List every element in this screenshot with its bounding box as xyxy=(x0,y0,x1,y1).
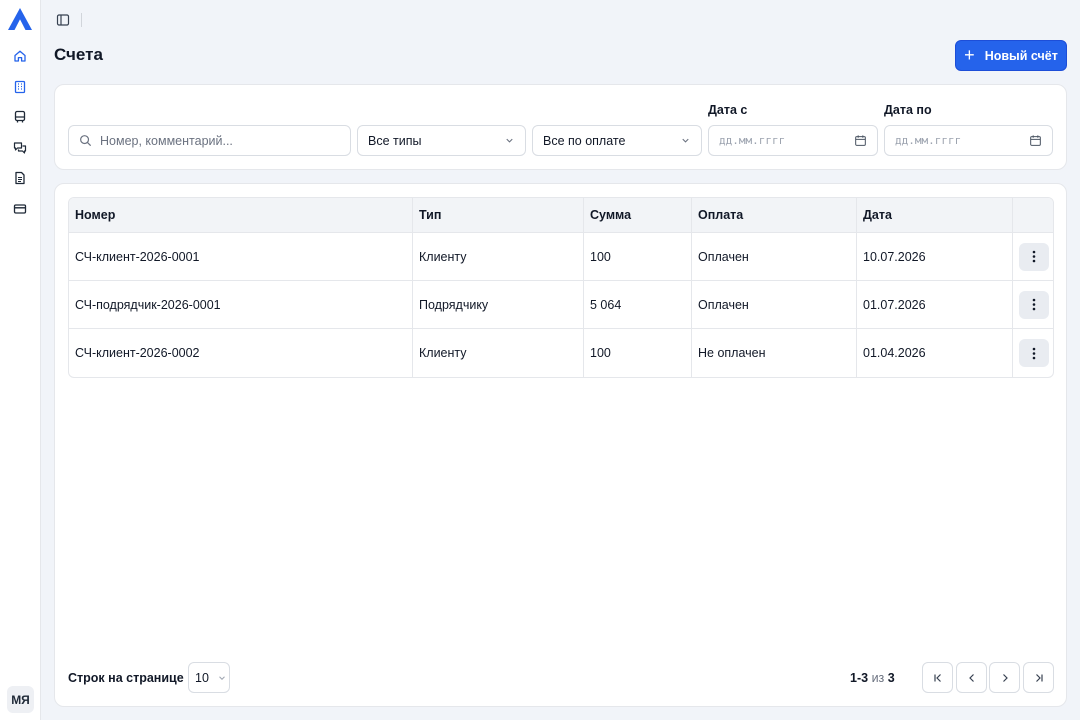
cell-type: Клиенту xyxy=(413,329,584,377)
sidebar-item-home[interactable] xyxy=(9,45,31,67)
column-header-payment[interactable]: Оплата xyxy=(692,198,857,232)
logo-a-icon[interactable] xyxy=(6,6,34,32)
cell-amount: 5 064 xyxy=(584,281,692,328)
cell-number: СЧ-подрядчик-2026-0001 xyxy=(69,281,413,328)
column-header-amount[interactable]: Сумма xyxy=(584,198,692,232)
sidebar-toggle-button[interactable] xyxy=(54,11,72,29)
more-vertical-icon xyxy=(1032,298,1036,311)
cell-number: СЧ-клиент-2026-0001 xyxy=(69,233,413,280)
cell-payment: Не оплачен xyxy=(692,329,857,377)
column-header-type[interactable]: Тип xyxy=(413,198,584,232)
table-row[interactable]: СЧ-клиент-2026-0001 Клиенту 100 Оплачен … xyxy=(69,233,1053,281)
cell-type: Подрядчику xyxy=(413,281,584,328)
date-from-label: Дата с xyxy=(708,103,748,117)
column-header-number[interactable]: Номер xyxy=(69,198,413,232)
calendar-icon[interactable] xyxy=(1029,134,1042,147)
bus-icon xyxy=(14,110,26,123)
invoices-panel: Номер Тип Сумма Оплата Дата СЧ-клиент-20… xyxy=(54,183,1067,707)
payment-select-value: Все по оплате xyxy=(543,133,626,148)
search-icon xyxy=(80,135,91,146)
date-to-input[interactable]: дд.мм.гггг xyxy=(884,125,1053,156)
date-from-input[interactable]: дд.мм.гггг xyxy=(708,125,878,156)
previous-page-button[interactable] xyxy=(956,662,987,693)
cell-payment: Оплачен xyxy=(692,233,857,280)
sidebar-item-buildings[interactable] xyxy=(9,76,31,98)
cell-actions xyxy=(1013,233,1053,280)
chevron-right-icon xyxy=(1002,673,1008,682)
avatar[interactable]: МЯ xyxy=(7,686,34,713)
cell-number: СЧ-клиент-2026-0002 xyxy=(69,329,413,377)
table-row[interactable]: СЧ-клиент-2026-0002 Клиенту 100 Не оплач… xyxy=(69,329,1053,377)
cell-date: 10.07.2026 xyxy=(857,233,1013,280)
column-header-date[interactable]: Дата xyxy=(857,198,1013,232)
column-header-actions xyxy=(1013,198,1053,232)
filter-panel: Номер, комментарий... Все типы Все по оп… xyxy=(54,84,1067,170)
cell-payment: Оплачен xyxy=(692,281,857,328)
table-header-row: Номер Тип Сумма Оплата Дата xyxy=(69,198,1053,233)
chevron-down-icon xyxy=(219,675,225,680)
page-title: Счета xyxy=(54,45,103,64)
home-icon xyxy=(14,50,26,62)
last-page-button[interactable] xyxy=(1023,662,1054,693)
chevron-last-icon xyxy=(1035,673,1043,682)
date-to-placeholder: дд.мм.гггг xyxy=(895,134,962,147)
credit-card-icon xyxy=(13,204,27,214)
first-page-button[interactable] xyxy=(922,662,953,693)
invoices-table: Номер Тип Сумма Оплата Дата СЧ-клиент-20… xyxy=(68,197,1054,378)
cell-date: 01.07.2026 xyxy=(857,281,1013,328)
sidebar: МЯ xyxy=(0,0,41,720)
new-invoice-label: Новый счёт xyxy=(984,48,1058,63)
next-page-button[interactable] xyxy=(989,662,1020,693)
plus-icon: + xyxy=(964,44,975,65)
pagination-range: 1-3 xyxy=(850,671,869,685)
sidebar-item-messages[interactable] xyxy=(9,137,31,159)
more-vertical-icon xyxy=(1032,250,1036,263)
rows-per-page-value: 10 xyxy=(195,670,209,685)
table-row[interactable]: СЧ-подрядчик-2026-0001 Подрядчику 5 064 … xyxy=(69,281,1053,329)
more-vertical-icon xyxy=(1032,347,1036,359)
row-actions-button[interactable] xyxy=(1019,339,1049,367)
cell-date: 01.04.2026 xyxy=(857,329,1013,377)
document-icon xyxy=(15,171,25,185)
search-input[interactable]: Номер, комментарий... xyxy=(68,125,351,156)
row-actions-button[interactable] xyxy=(1019,290,1049,319)
sidebar-item-documents[interactable] xyxy=(9,167,31,189)
pagination-info: 1-3 из 3 xyxy=(850,671,895,685)
row-actions-button[interactable] xyxy=(1019,242,1049,271)
cell-amount: 100 xyxy=(584,329,692,377)
sidebar-item-transport[interactable] xyxy=(9,106,31,128)
pagination-total: 3 xyxy=(887,671,895,685)
new-invoice-button[interactable]: + Новый счёт xyxy=(955,40,1067,71)
search-placeholder: Номер, комментарий... xyxy=(100,133,233,148)
date-to-label: Дата по xyxy=(884,103,932,117)
sidebar-panel-icon xyxy=(56,14,70,26)
chevron-down-icon xyxy=(682,138,689,143)
chevron-first-icon xyxy=(933,673,941,682)
sidebar-item-payments[interactable] xyxy=(9,198,31,220)
building-icon xyxy=(14,80,26,94)
chevron-down-icon xyxy=(506,138,513,143)
type-select-value: Все типы xyxy=(368,133,422,148)
chat-icon xyxy=(13,142,27,154)
rows-per-page-select[interactable]: 10 xyxy=(188,662,230,693)
cell-actions xyxy=(1013,329,1053,377)
cell-actions xyxy=(1013,281,1053,328)
calendar-icon[interactable] xyxy=(854,134,867,147)
chevron-left-icon xyxy=(968,673,974,682)
divider xyxy=(81,13,82,27)
rows-per-page-label: Строк на странице xyxy=(68,671,184,685)
cell-type: Клиенту xyxy=(413,233,584,280)
pagination-of-label: из xyxy=(871,671,885,685)
date-from-placeholder: дд.мм.гггг xyxy=(719,134,786,147)
payment-select[interactable]: Все по оплате xyxy=(532,125,702,156)
type-select[interactable]: Все типы xyxy=(357,125,526,156)
cell-amount: 100 xyxy=(584,233,692,280)
